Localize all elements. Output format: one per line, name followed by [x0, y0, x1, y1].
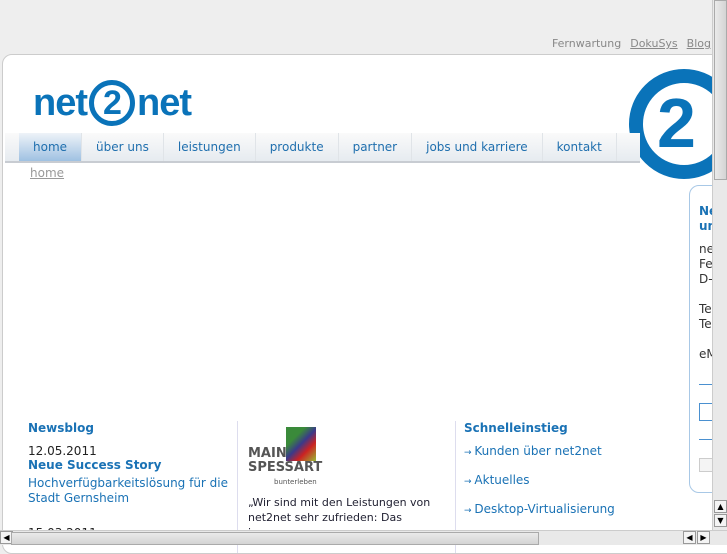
net2net-logo[interactable]: net 2 net	[33, 80, 192, 126]
nav-produkte[interactable]: produkte	[256, 133, 339, 161]
logo-circle: 2	[89, 80, 135, 126]
scroll-left-icon[interactable]: ◀	[683, 531, 696, 544]
newsblog-title: Newsblog	[28, 421, 94, 435]
link-dokusys[interactable]: DokuSys	[630, 37, 677, 50]
testimonial: MAIN SPESSART bunterleben „Wir sind mit …	[248, 427, 448, 540]
logo-text-left: net	[33, 81, 88, 124]
page-container: net 2 net 2 home über uns leistungen produ…	[2, 54, 727, 554]
news-text[interactable]: Hochverfügbarkeitslösung für die Stadt G…	[28, 476, 228, 506]
scroll-down-icon[interactable]: ▼	[714, 514, 727, 527]
breadcrumb[interactable]: home	[30, 166, 64, 180]
nav-jobs[interactable]: jobs und karriere	[412, 133, 543, 161]
nav-leistungen[interactable]: leistungen	[164, 133, 256, 161]
quick-link-desktop[interactable]: Desktop-Virtualisierung	[464, 502, 664, 516]
link-fernwartung[interactable]: Fernwartung	[552, 37, 621, 50]
quick-link-aktuelles[interactable]: Aktuelles	[464, 473, 664, 487]
logo-spessart: SPESSART	[248, 460, 323, 475]
main-spessart-logo: MAIN SPESSART bunterleben	[248, 427, 448, 495]
newsblog: Newsblog 12.05.2011 Neue Success Story H…	[28, 421, 228, 540]
nav-home[interactable]: home	[19, 133, 83, 161]
nav-ueber-uns[interactable]: über uns	[82, 133, 164, 161]
vertical-scroll-thumb[interactable]	[714, 0, 727, 180]
horizontal-scrollbar[interactable]: ◀ ◀ ▶	[0, 530, 727, 545]
top-links: Fernwartung DokuSys Blog	[552, 37, 711, 50]
link-blog[interactable]: Blog	[687, 37, 711, 50]
quick-links: Schnelleinstieg Kunden über net2net Aktu…	[464, 421, 664, 516]
logo-sub: bunterleben	[274, 478, 317, 486]
nav-kontakt[interactable]: kontakt	[543, 133, 617, 161]
vertical-scrollbar[interactable]: ▲ ▼	[712, 0, 727, 530]
quick-link-kunden[interactable]: Kunden über net2net	[464, 444, 664, 458]
main-nav: home über uns leistungen produkte partne…	[5, 133, 640, 163]
scroll-up-icon[interactable]: ▲	[714, 500, 727, 513]
nav-partner[interactable]: partner	[339, 133, 413, 161]
news-date: 12.05.2011	[28, 444, 97, 458]
news-headline[interactable]: Neue Success Story	[28, 458, 228, 472]
quick-title: Schnelleinstieg	[464, 421, 568, 435]
scroll-right-icon[interactable]: ▶	[697, 531, 710, 544]
horizontal-scroll-thumb[interactable]	[11, 532, 539, 545]
logo-text-right: net	[137, 81, 192, 124]
logo-main: MAIN	[248, 446, 287, 461]
